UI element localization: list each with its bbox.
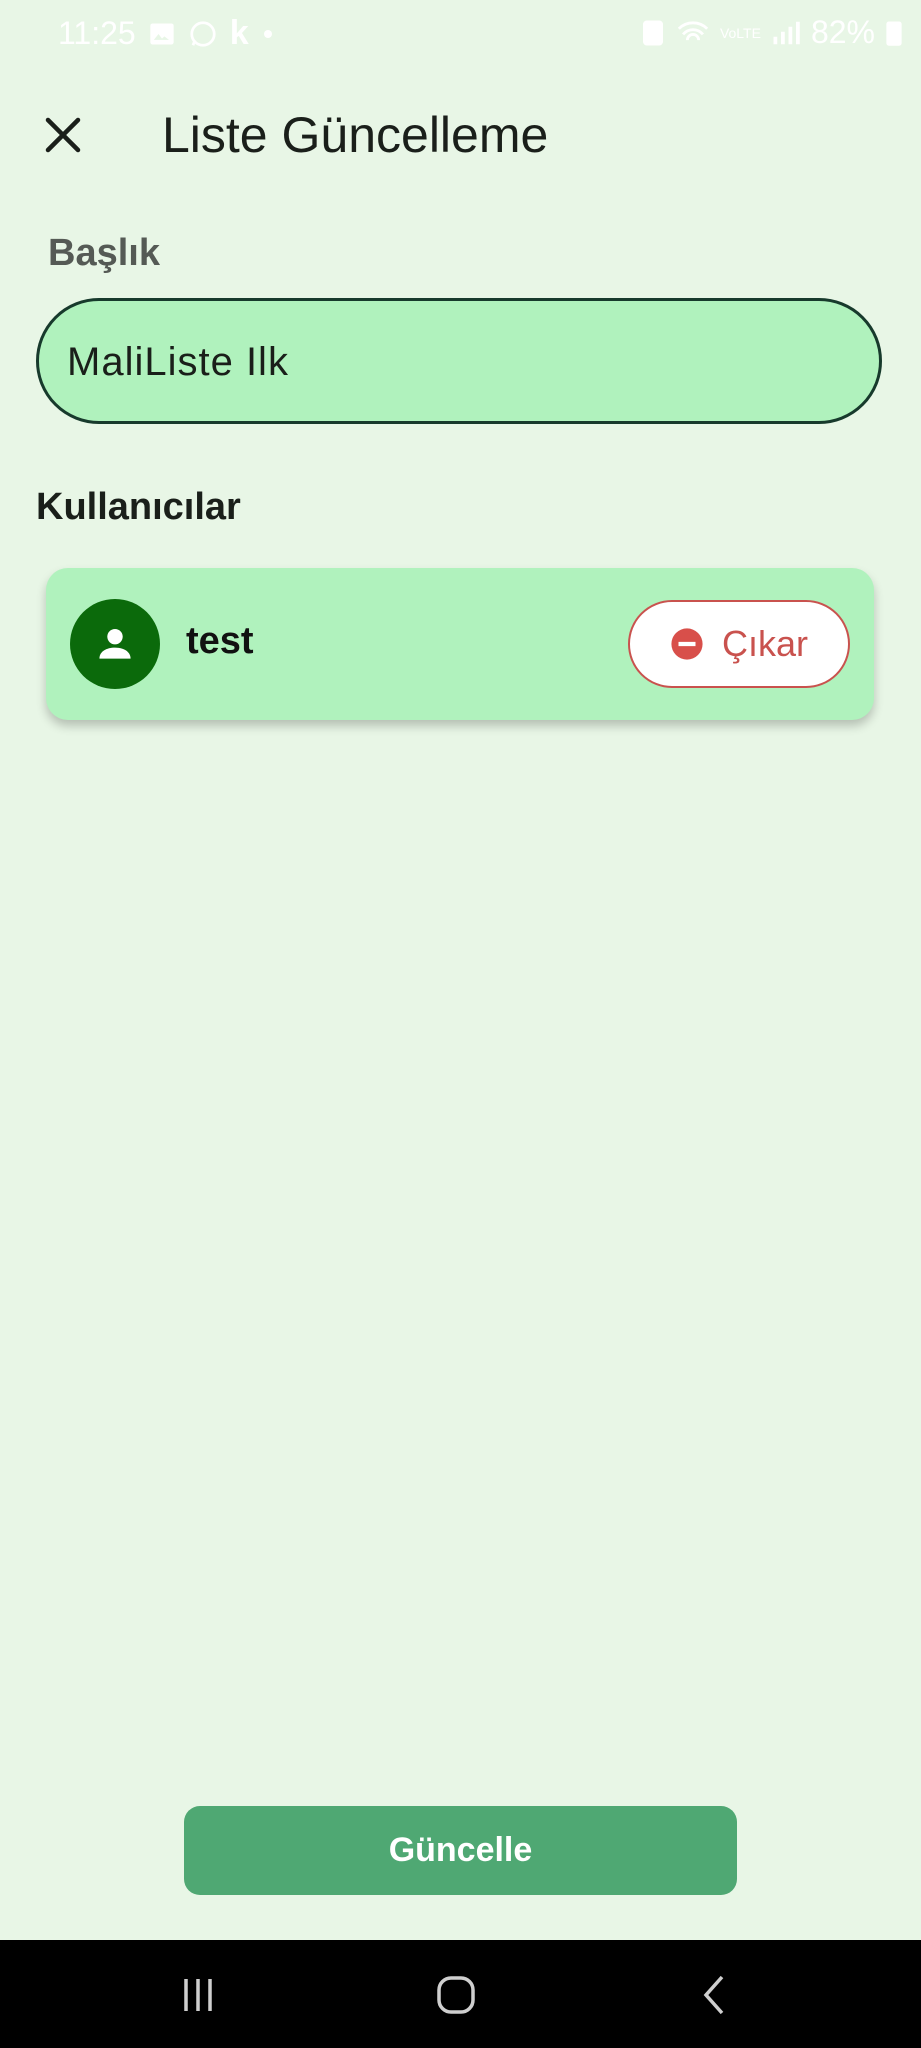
remove-user-button[interactable]: Çıkar — [628, 600, 850, 688]
app-bar: Liste Güncelleme — [0, 70, 921, 190]
title-field[interactable] — [36, 298, 882, 424]
wifi-icon — [676, 18, 710, 48]
person-icon — [99, 628, 131, 659]
status-right: VoLTE 82% — [640, 14, 903, 51]
remove-circle-icon — [671, 628, 703, 660]
recent-apps-icon — [184, 1979, 212, 2011]
title-input[interactable] — [65, 301, 849, 423]
recent-apps-button[interactable] — [168, 1970, 228, 2020]
user-name: test — [186, 620, 254, 662]
title-field-label: Başlık — [48, 232, 160, 274]
k-app-icon: k — [229, 14, 249, 52]
remove-user-label: Çıkar — [721, 623, 808, 664]
home-icon — [437, 1976, 475, 2014]
battery-percent: 82% — [810, 14, 875, 50]
avatar — [70, 599, 160, 689]
status-time: 11:25 — [58, 15, 136, 51]
dot-icon — [261, 27, 275, 41]
home-button[interactable] — [426, 1970, 486, 2020]
close-icon — [45, 117, 81, 153]
close-button[interactable] — [38, 110, 88, 160]
volte-icon: VoLTE — [719, 24, 761, 41]
gallery-icon — [148, 20, 176, 48]
whatsapp-icon — [188, 19, 218, 49]
alarm-icon — [640, 18, 666, 48]
navigation-bar — [0, 1940, 921, 2048]
user-card: test Çıkar — [46, 568, 874, 720]
signal-icon — [771, 19, 801, 47]
update-button[interactable]: Güncelle — [184, 1806, 737, 1895]
back-icon — [703, 1975, 724, 2015]
page-title: Liste Güncelleme — [162, 107, 549, 163]
users-section-title: Kullanıcılar — [36, 486, 241, 528]
status-left: 11:25 k — [58, 14, 275, 53]
back-button[interactable] — [684, 1970, 744, 2020]
status-bar: 11:25 k VoLTE 82% — [0, 0, 921, 70]
battery-icon — [885, 19, 903, 47]
